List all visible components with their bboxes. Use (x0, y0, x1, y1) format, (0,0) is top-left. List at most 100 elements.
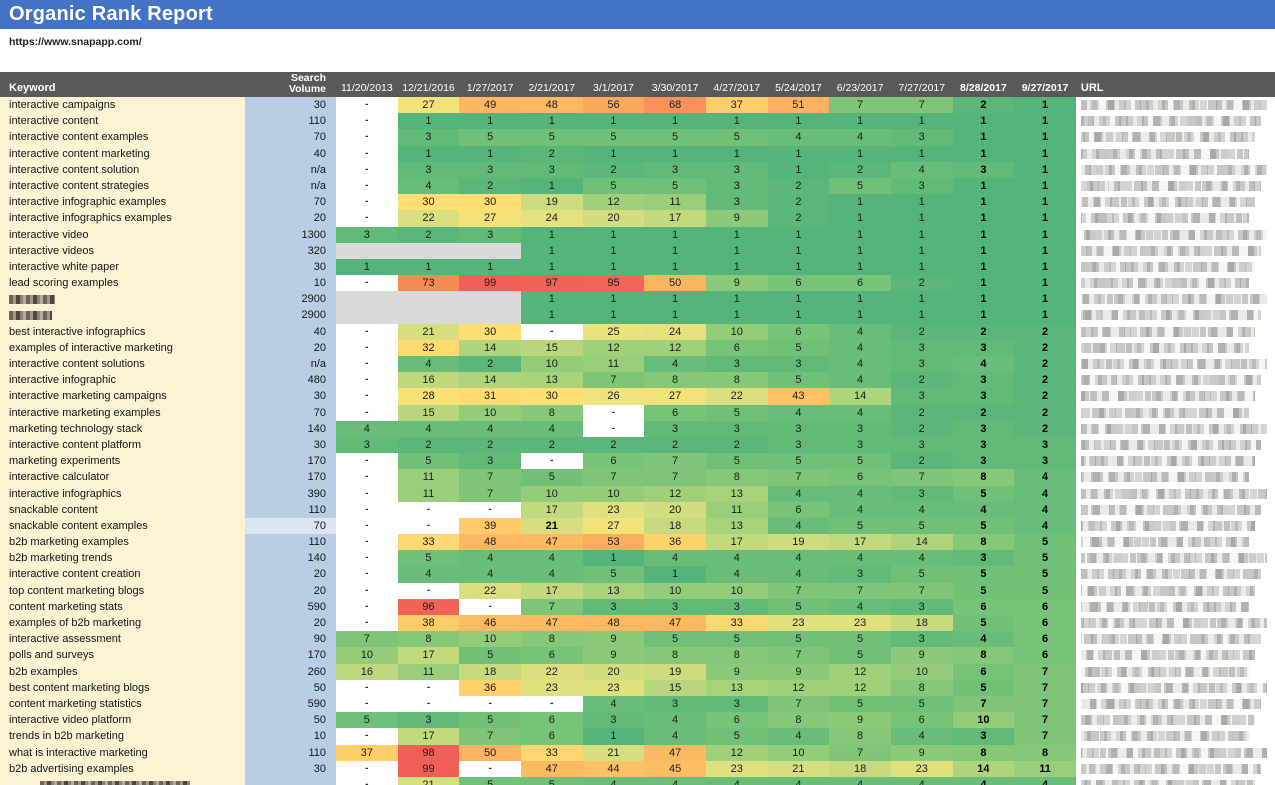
url-cell-redacted[interactable] (1076, 680, 1275, 696)
rank-cell[interactable]: 1 (521, 113, 583, 129)
rank-cell[interactable]: 6 (768, 324, 830, 340)
rank-cell[interactable]: 4 (1014, 502, 1076, 518)
rank-cell[interactable]: 5 (644, 631, 706, 647)
rank-cell[interactable]: 30 (459, 324, 521, 340)
rank-cell[interactable]: 24 (521, 210, 583, 226)
rank-cell[interactable]: 1 (829, 243, 891, 259)
rank-cell[interactable]: 7 (1014, 680, 1076, 696)
rank-cell[interactable]: 3 (336, 227, 398, 243)
rank-cell[interactable]: 51 (768, 97, 830, 113)
url-cell-redacted[interactable] (1076, 518, 1275, 534)
rank-cell[interactable]: 7 (829, 97, 891, 113)
search-volume-column-header[interactable]: Search Volume (245, 72, 336, 97)
rank-cell[interactable]: 3 (953, 372, 1015, 388)
rank-cell[interactable]: 6 (829, 275, 891, 291)
rank-cell[interactable]: 8 (706, 372, 768, 388)
rank-cell[interactable]: 8 (521, 405, 583, 421)
rank-cell[interactable]: - (336, 696, 398, 712)
rank-cell[interactable]: 10 (521, 356, 583, 372)
rank-cell[interactable]: 13 (706, 486, 768, 502)
rank-cell[interactable]: 5 (1014, 566, 1076, 582)
rank-cell[interactable]: 5 (706, 129, 768, 145)
rank-cell[interactable]: 1 (891, 291, 953, 307)
url-cell-redacted[interactable] (1076, 243, 1275, 259)
rank-cell[interactable]: 37 (336, 745, 398, 761)
url-cell-redacted[interactable] (1076, 712, 1275, 728)
search-volume-cell[interactable]: 170 (245, 453, 336, 469)
rank-cell[interactable]: 1 (459, 113, 521, 129)
rank-cell[interactable]: 3 (398, 129, 460, 145)
keyword-cell[interactable]: snackable content (0, 502, 245, 518)
search-volume-cell[interactable]: 2900 (245, 307, 336, 323)
url-cell-redacted[interactable] (1076, 745, 1275, 761)
rank-cell[interactable]: 3 (829, 566, 891, 582)
search-volume-cell[interactable]: 20 (245, 566, 336, 582)
url-cell-redacted[interactable] (1076, 388, 1275, 404)
search-volume-cell[interactable]: 30 (245, 761, 336, 777)
rank-cell[interactable]: 2 (891, 372, 953, 388)
rank-cell[interactable]: 14 (953, 761, 1015, 777)
rank-cell[interactable]: 4 (398, 421, 460, 437)
date-column-header[interactable]: 6/23/2017 (829, 72, 891, 97)
rank-cell[interactable]: 1 (891, 243, 953, 259)
rank-cell[interactable]: 7 (1014, 712, 1076, 728)
rank-cell[interactable]: - (336, 275, 398, 291)
rank-cell[interactable]: 4 (829, 372, 891, 388)
search-volume-cell[interactable]: 50 (245, 680, 336, 696)
rank-cell[interactable]: 5 (706, 405, 768, 421)
rank-cell[interactable]: 6 (768, 502, 830, 518)
rank-cell[interactable]: 10 (583, 486, 645, 502)
rank-cell[interactable]: 9 (706, 210, 768, 226)
rank-cell[interactable]: 37 (706, 97, 768, 113)
rank-cell[interactable]: - (336, 340, 398, 356)
rank-cell[interactable]: 25 (583, 324, 645, 340)
url-cell-redacted[interactable] (1076, 227, 1275, 243)
rank-cell[interactable]: 44 (583, 761, 645, 777)
search-volume-cell[interactable]: 20 (245, 615, 336, 631)
rank-cell[interactable]: 5 (829, 647, 891, 663)
keyword-cell[interactable]: what is interactive marketing (0, 745, 245, 761)
rank-cell[interactable]: 1 (953, 113, 1015, 129)
keyword-cell[interactable]: interactive content solutions (0, 356, 245, 372)
rank-cell[interactable]: 28 (398, 388, 460, 404)
rank-cell[interactable]: 1 (644, 566, 706, 582)
rank-cell[interactable]: 97 (521, 275, 583, 291)
rank-cell[interactable]: 7 (1014, 664, 1076, 680)
rank-cell[interactable]: 4 (459, 421, 521, 437)
rank-cell[interactable]: 3 (953, 550, 1015, 566)
url-cell-redacted[interactable] (1076, 664, 1275, 680)
rank-cell[interactable]: 20 (644, 502, 706, 518)
rank-cell[interactable]: 7 (459, 728, 521, 744)
rank-cell[interactable]: 8 (953, 534, 1015, 550)
keyword-cell[interactable]: interactive content examples (0, 129, 245, 145)
search-volume-cell[interactable] (245, 777, 336, 785)
rank-cell[interactable] (459, 291, 521, 307)
rank-cell[interactable]: 3 (891, 340, 953, 356)
rank-cell[interactable]: 31 (459, 388, 521, 404)
rank-cell[interactable]: 1 (768, 307, 830, 323)
rank-cell[interactable]: 1 (583, 259, 645, 275)
url-cell-redacted[interactable] (1076, 550, 1275, 566)
rank-cell[interactable]: 53 (583, 534, 645, 550)
rank-cell[interactable]: 33 (398, 534, 460, 550)
rank-cell[interactable]: 5 (768, 631, 830, 647)
rank-cell[interactable]: 17 (521, 583, 583, 599)
rank-cell[interactable]: 3 (583, 712, 645, 728)
rank-cell[interactable]: 4 (768, 550, 830, 566)
rank-cell[interactable]: 21 (583, 745, 645, 761)
rank-cell[interactable]: 11 (398, 664, 460, 680)
rank-cell[interactable]: 1 (953, 291, 1015, 307)
rank-cell[interactable]: 17 (398, 647, 460, 663)
rank-cell[interactable]: 4 (706, 550, 768, 566)
rank-cell[interactable]: 56 (583, 97, 645, 113)
rank-cell[interactable]: 30 (398, 194, 460, 210)
rank-cell[interactable]: 10 (459, 405, 521, 421)
rank-cell[interactable]: 47 (521, 761, 583, 777)
search-volume-cell[interactable]: n/a (245, 178, 336, 194)
rank-cell[interactable]: 18 (829, 761, 891, 777)
url-cell-redacted[interactable] (1076, 356, 1275, 372)
rank-cell[interactable]: 1 (829, 307, 891, 323)
rank-cell[interactable]: 2 (1014, 421, 1076, 437)
rank-cell[interactable]: 48 (521, 97, 583, 113)
rank-cell[interactable]: 2 (891, 421, 953, 437)
